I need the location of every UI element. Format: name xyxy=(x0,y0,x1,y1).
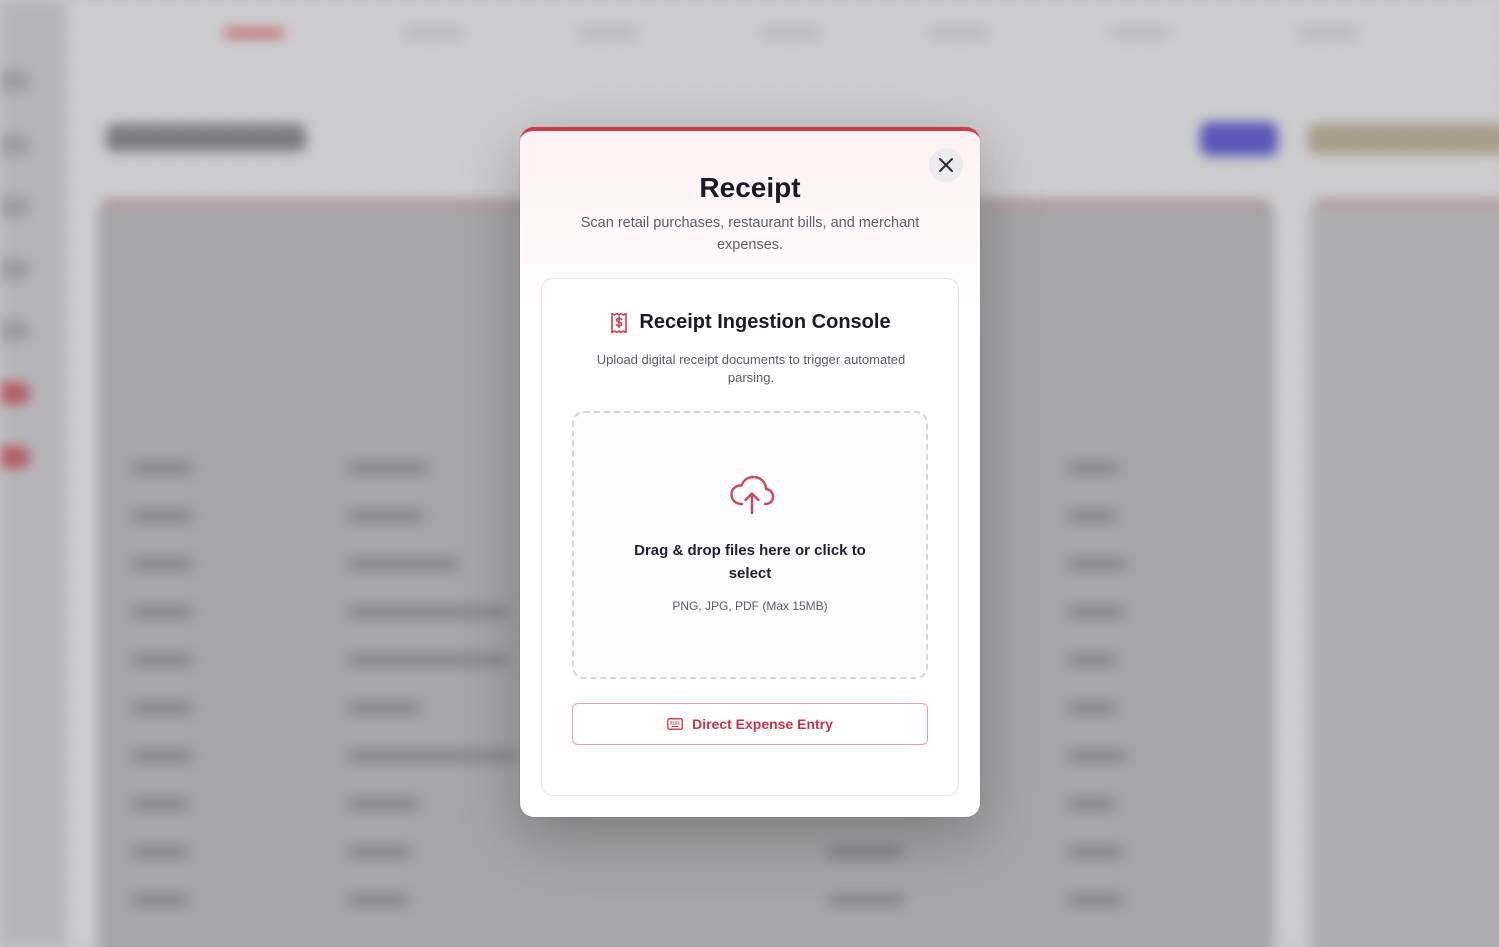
console-description: Upload digital receipt documents to trig… xyxy=(596,352,906,385)
modal-subtitle: Scan retail purchases, restaurant bills,… xyxy=(580,215,920,253)
dropzone-formats: PNG, JPG, PDF (Max 15MB) xyxy=(672,599,828,613)
direct-expense-entry-label: Direct Expense Entry xyxy=(692,716,833,732)
dropzone-label: Drag & drop files here or click to selec… xyxy=(634,542,866,582)
console-header: Receipt Ingestion Console xyxy=(542,311,958,334)
keyboard-icon xyxy=(667,718,683,730)
direct-expense-entry-button[interactable]: Direct Expense Entry xyxy=(572,703,928,745)
console-title: Receipt Ingestion Console xyxy=(639,311,891,333)
modal-title: Receipt xyxy=(699,172,801,203)
file-dropzone[interactable]: Drag & drop files here or click to selec… xyxy=(572,411,928,679)
cloud-upload-icon xyxy=(730,475,775,515)
receipt-dollar-icon xyxy=(611,312,628,333)
receipt-modal: Receipt Scan retail purchases, restauran… xyxy=(520,127,980,817)
receipt-ingestion-console: Receipt Ingestion Console Upload digital… xyxy=(541,278,959,796)
close-icon xyxy=(939,158,953,172)
